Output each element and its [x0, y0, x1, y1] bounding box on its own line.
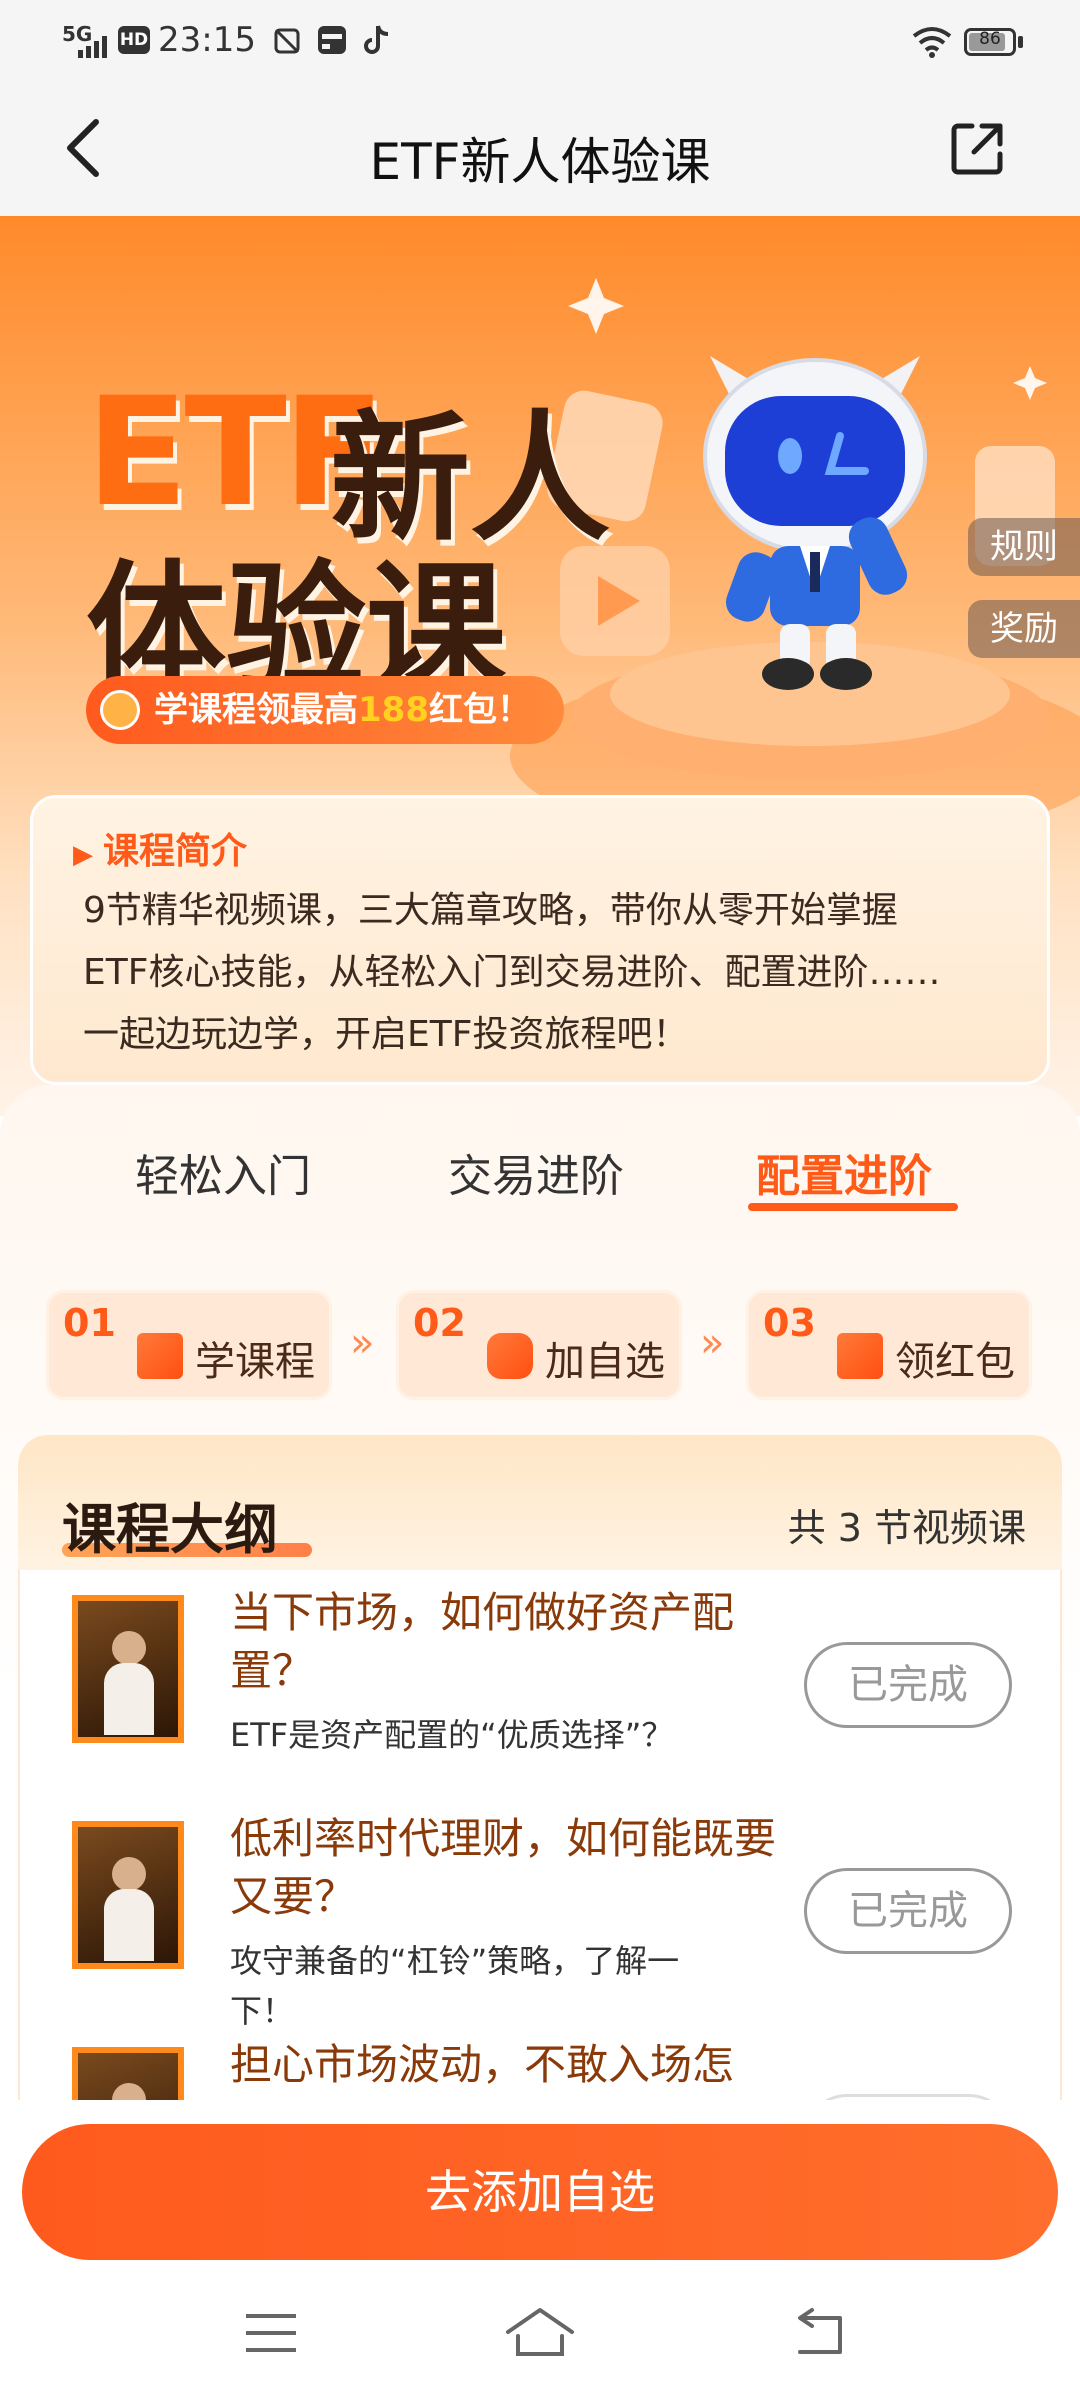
lesson-item[interactable]: 当下市场，如何做好资产配置？ ETF是资产配置的“优质选择”？ 已完成: [20, 1570, 1060, 1795]
reward-tab[interactable]: 奖励: [968, 600, 1080, 658]
promo-pill: 学课程领最高188红包！: [86, 676, 564, 744]
gift-icon: [837, 1333, 883, 1379]
battery-tip: [1018, 36, 1023, 48]
intro-line-2: ETF核心技能，从轻松入门到交易进阶、配置进阶……: [83, 952, 941, 993]
completed-button[interactable]: 已完成: [804, 1868, 1012, 1954]
promo-amount: 188: [358, 690, 429, 730]
intro-line-3: 一起边玩边学，开启ETF投资旅程吧！: [83, 1014, 689, 1055]
active-tab-underline: [748, 1203, 958, 1211]
tiktok-icon: [364, 25, 389, 54]
lesson-title: 当下市场，如何做好资产配置？: [230, 1588, 735, 1695]
coin-icon: [100, 690, 140, 730]
step-arrow: »: [700, 1320, 725, 1366]
content-panel: 轻松入门 交易进阶 配置进阶 01 学课程 » 02 加自选 » 03 领红包 …: [0, 1085, 1080, 2110]
signal-icon: [78, 36, 107, 58]
completed-button[interactable]: 已完成: [804, 1642, 1012, 1728]
menu-icon[interactable]: [244, 2310, 298, 2356]
intro-heading-label: 课程简介: [103, 831, 248, 872]
step-number: 02: [413, 1301, 466, 1345]
lesson-thumbnail: [72, 1821, 184, 1969]
step-label: 加自选: [545, 1339, 665, 1385]
lesson-list: 当下市场，如何做好资产配置？ ETF是资产配置的“优质选择”？ 已完成 低利率时…: [18, 1570, 1062, 2110]
share-icon[interactable]: [950, 120, 1006, 176]
intro-heading: ▶ 课程简介: [73, 822, 247, 874]
step-number: 03: [763, 1301, 816, 1345]
system-nav-bar: [0, 2280, 1080, 2408]
tab-easy-start[interactable]: 轻松入门: [135, 1140, 311, 1204]
lesson-item[interactable]: 低利率时代理财，如何能既要又要？ 攻守兼备的“杠铃”策略，了解一下！ 已完成: [20, 1796, 1060, 2030]
step-get-red-packet: 03 领红包: [746, 1290, 1032, 1400]
step-add-watchlist: 02 加自选: [396, 1290, 682, 1400]
intro-body: 9节精华视频课，三大篇章攻略，带你从零开始掌握 ETF核心技能，从轻松入门到交易…: [83, 880, 1043, 1066]
alarm-off-icon: [274, 28, 300, 54]
status-bar: 5G HD 23:15 86: [0, 0, 1080, 86]
page-title: ETF新人体验课: [369, 133, 711, 191]
tab-allocation-advanced[interactable]: 配置进阶: [756, 1140, 932, 1204]
tab-trading-advanced[interactable]: 交易进阶: [448, 1140, 624, 1204]
step-label: 领红包: [895, 1339, 1015, 1385]
card-icon: [318, 26, 346, 54]
tap-icon: [487, 1333, 533, 1379]
back-nav-icon[interactable]: [792, 2308, 848, 2358]
course-intro-card: ▶ 课程简介 9节精华视频课，三大篇章攻略，带你从零开始掌握 ETF核心技能，从轻…: [30, 795, 1050, 1085]
add-watchlist-button[interactable]: 去添加自选: [22, 2124, 1058, 2260]
status-time: 23:15: [158, 20, 256, 60]
step-arrow: »: [350, 1320, 375, 1366]
lesson-subtitle: 攻守兼备的“杠铃”策略，了解一下！: [230, 1942, 680, 2030]
lesson-thumbnail: [72, 1595, 184, 1743]
outline-header: 课程大纲 共 3 节视频课: [18, 1435, 1062, 1575]
rules-tab[interactable]: 规则: [968, 518, 1080, 576]
book-icon: [137, 1333, 183, 1379]
lesson-item[interactable]: 担心市场波动，不敢入场怎: [20, 2022, 1060, 2110]
step-learn: 01 学课程: [46, 1290, 332, 1400]
home-icon[interactable]: [504, 2306, 576, 2358]
outline-title: 课程大纲: [62, 1498, 278, 1561]
wifi-icon: [912, 27, 952, 58]
step-number: 01: [63, 1301, 116, 1345]
robot-mascot-icon: [703, 356, 927, 690]
nav-bar: ETF新人体验课: [0, 86, 1080, 216]
outline-count: 共 3 节视频课: [787, 1506, 1026, 1550]
lesson-title: 担心市场波动，不敢入场怎: [230, 2040, 735, 2089]
promo-prefix: 学课程领最高: [154, 690, 358, 730]
battery-level: 86: [979, 29, 1001, 49]
lesson-title: 低利率时代理财，如何能既要又要？: [230, 1814, 777, 1921]
play-triangle-icon: ▶: [73, 840, 93, 870]
lesson-subtitle: ETF是资产配置的“优质选择”？: [230, 1716, 674, 1754]
step-label: 学课程: [195, 1339, 315, 1385]
intro-line-1: 9节精华视频课，三大篇章攻略，带你从零开始掌握: [83, 890, 898, 931]
battery-icon: 86: [964, 28, 1016, 56]
promo-suffix: 红包！: [428, 690, 531, 730]
hd-badge: HD: [118, 26, 150, 54]
